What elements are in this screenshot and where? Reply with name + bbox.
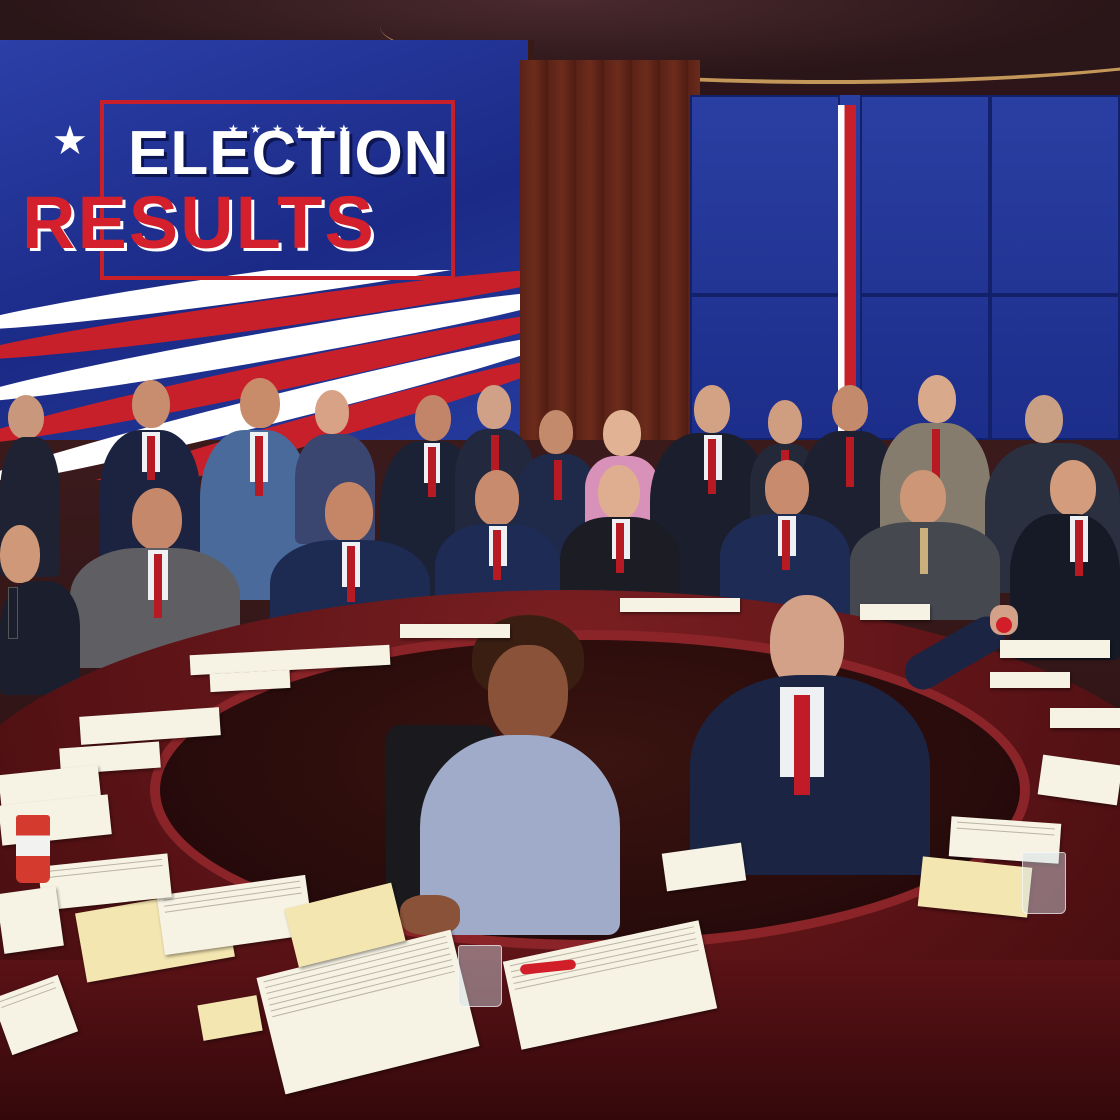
headline-election: ELECTION [128, 119, 450, 188]
star-icon: ★ [52, 119, 88, 163]
female-anchor [386, 615, 660, 975]
face [488, 645, 568, 745]
document-paper [860, 604, 930, 620]
document-paper [1050, 708, 1120, 728]
hand [400, 895, 460, 935]
document-paper [620, 598, 740, 612]
water-glass [458, 945, 502, 1007]
coffee-cup [16, 815, 50, 883]
person [1010, 460, 1120, 660]
newsroom-scene: ★ ★ ★ ★ ★ ★ ★ ELECTION RESULTS [0, 0, 1120, 1120]
document-paper [1000, 640, 1110, 658]
water-glass [1022, 852, 1066, 914]
headline-results: RESULTS [22, 181, 376, 264]
document-paper [990, 672, 1070, 688]
red-tie [794, 695, 810, 795]
document-paper [0, 886, 64, 954]
person [0, 525, 80, 695]
document-paper [400, 624, 510, 638]
red-pen-cap [996, 617, 1012, 633]
